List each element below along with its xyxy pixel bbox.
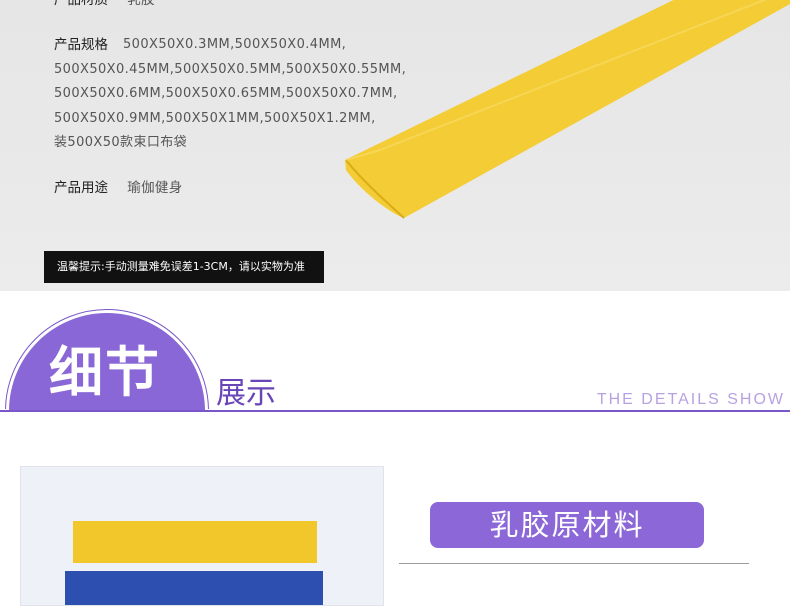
measurement-tip: 温馨提示:手动测量难免误差1-3CM，请以实物为准: [44, 251, 324, 283]
section-title: 细节: [49, 341, 161, 404]
spec-material-value: 乳胶: [127, 0, 155, 8]
spec-usage-label: 产品用途: [54, 180, 108, 196]
photo-blue-band: [65, 571, 323, 605]
detail-photo: [20, 466, 384, 606]
spec-size-line: 500X50X0.9MM,500X50X1MM,500X50X1.2MM,: [54, 110, 376, 126]
spec-size-line: 装500X50款束口布袋: [54, 135, 188, 150]
spec-usage-value: 瑜伽健身: [127, 180, 183, 196]
detail-tag-latex: 乳胶原材料: [430, 502, 704, 548]
spec-size-line: 500X50X0.45MM,500X50X0.5MM,500X50X0.55MM…: [54, 61, 407, 77]
section-divider: [0, 410, 790, 412]
spec-material-label: 产品材质: [54, 0, 108, 8]
spec-size-block: 产品规格 500X50X0.3MM,500X50X0.4MM, 500X50X0…: [54, 33, 406, 156]
detail-tag-underline: [399, 563, 749, 564]
spec-usage-row: 产品用途 瑜伽健身: [54, 176, 183, 201]
section-subtitle: 展示: [216, 376, 276, 411]
product-spec-banner: 产品材质 乳胶 产品规格 500X50X0.3MM,500X50X0.4MM, …: [0, 0, 790, 291]
spec-material-row: 产品材质 乳胶: [54, 0, 155, 13]
spec-size-line: 500X50X0.6MM,500X50X0.65MM,500X50X0.7MM,: [54, 86, 398, 101]
spec-size-label: 产品规格: [54, 37, 108, 53]
photo-yellow-band: [73, 521, 317, 563]
section-english-title: THE DETAILS SHOW: [596, 391, 785, 408]
